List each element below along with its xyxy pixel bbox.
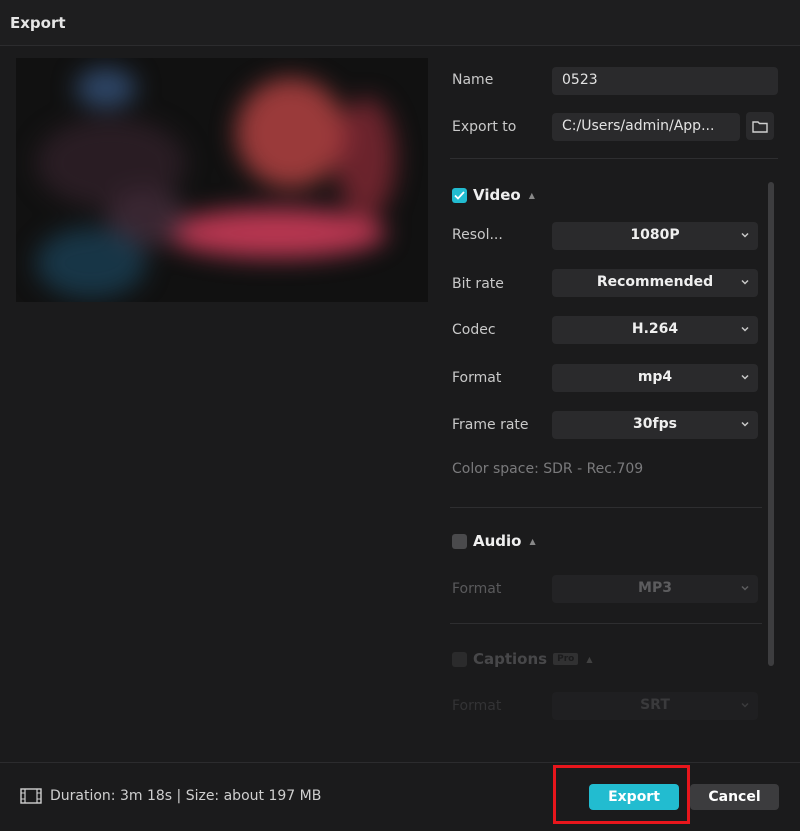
bitrate-label: Bit rate [452, 276, 504, 292]
codec-value: H.264 [631, 321, 679, 337]
captions-section-title: Captions [473, 650, 548, 668]
caret-up-icon[interactable]: ▲ [529, 537, 535, 546]
format-select[interactable]: mp4 [552, 364, 758, 392]
settings-scrollbar[interactable] [768, 182, 774, 666]
audio-checkbox[interactable] [452, 533, 467, 549]
audio-format-label: Format [452, 581, 502, 597]
framerate-value: 30fps [633, 416, 677, 432]
color-space-note: Color space: SDR - Rec.709 [452, 461, 644, 477]
audio-section-header[interactable]: Audio ▲ [452, 532, 536, 550]
audio-section-title: Audio [473, 532, 522, 550]
bitrate-value: Recommended [596, 274, 714, 290]
chevron-down-icon [741, 702, 749, 708]
chevron-down-icon [741, 421, 749, 427]
captions-format-value: SRT [640, 697, 670, 713]
export-highlight-box [553, 765, 690, 824]
resolution-value: 1080P [630, 227, 680, 243]
title-bar: Export [0, 0, 800, 46]
codec-label: Codec [452, 322, 496, 338]
video-preview [16, 58, 428, 302]
divider [450, 507, 762, 508]
chevron-down-icon [741, 374, 749, 380]
duration-size-text: Duration: 3m 18s | Size: about 197 MB [50, 788, 322, 804]
chevron-down-icon [741, 232, 749, 238]
dialog-title: Export [10, 14, 66, 32]
framerate-label: Frame rate [452, 417, 529, 433]
captions-section-header[interactable]: Captions Pro ▲ [452, 650, 592, 668]
cancel-button[interactable]: Cancel [690, 784, 779, 810]
framerate-select[interactable]: 30fps [552, 411, 758, 439]
folder-icon [752, 120, 768, 133]
checkmark-icon [454, 190, 465, 200]
codec-select[interactable]: H.264 [552, 316, 758, 344]
format-value: mp4 [637, 369, 673, 385]
video-checkbox[interactable] [452, 187, 467, 203]
name-label: Name [452, 72, 494, 88]
export-to-label: Export to [452, 119, 517, 135]
divider [450, 158, 778, 159]
video-section-header[interactable]: Video ▲ [452, 186, 535, 204]
resolution-label: Resol... [452, 227, 503, 243]
caret-up-icon[interactable]: ▲ [529, 191, 535, 200]
captions-checkbox[interactable] [452, 651, 467, 667]
format-label: Format [452, 370, 502, 386]
video-section-title: Video [473, 186, 521, 204]
export-path-input[interactable]: C:/Users/admin/App... [552, 113, 740, 141]
captions-format-label: Format [452, 698, 502, 714]
chevron-down-icon [741, 279, 749, 285]
chevron-down-icon [741, 585, 749, 591]
bitrate-select[interactable]: Recommended [552, 269, 758, 297]
caret-up-icon[interactable]: ▲ [586, 655, 592, 664]
resolution-select[interactable]: 1080P [552, 222, 758, 250]
chevron-down-icon [741, 326, 749, 332]
captions-format-select[interactable]: SRT [552, 692, 758, 720]
pro-badge: Pro [553, 653, 579, 665]
divider [450, 623, 762, 624]
audio-format-select[interactable]: MP3 [552, 575, 758, 603]
film-icon [20, 788, 42, 804]
export-info: Duration: 3m 18s | Size: about 197 MB [20, 788, 321, 804]
browse-folder-button[interactable] [746, 112, 774, 140]
name-input[interactable]: 0523 [552, 67, 778, 95]
audio-format-value: MP3 [638, 580, 672, 596]
